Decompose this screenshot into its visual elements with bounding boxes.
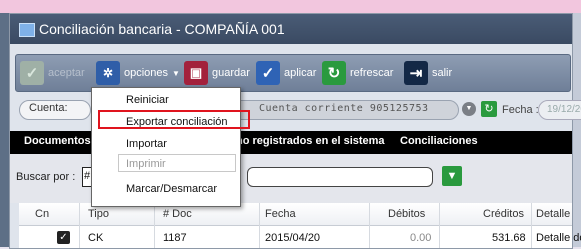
highlight-box xyxy=(98,110,250,129)
fecha-label: Fecha : xyxy=(502,104,539,116)
exit-icon: ⇥ xyxy=(404,61,428,85)
tab-no-registrados[interactable]: no registrados en el sistema xyxy=(236,135,385,147)
aplicar-button[interactable]: ✓ aplicar xyxy=(256,59,316,87)
search-input[interactable] xyxy=(247,167,433,187)
opciones-button[interactable]: ✲ opciones ▼ xyxy=(96,59,180,87)
col-fecha[interactable]: Fecha xyxy=(265,208,296,220)
col-cn[interactable]: Cn xyxy=(35,208,49,220)
chevron-down-icon: ▼ xyxy=(172,68,180,78)
documents-table: Cn Tipo # Doc Fecha Débitos Créditos Det… xyxy=(19,203,581,248)
row-checkbox[interactable]: ✓ xyxy=(57,231,70,244)
cell-fecha: 2015/04/20 xyxy=(265,232,321,244)
column-divider xyxy=(259,203,260,248)
column-divider xyxy=(439,203,440,248)
opciones-context-menu: Reiniciar Exportar conciliación Importar… xyxy=(91,87,241,207)
buscar-select-value: # xyxy=(84,170,91,182)
cell-creditos: 531.68 xyxy=(492,232,526,244)
refresh-icon: ↻ xyxy=(322,61,346,85)
cell-detalle: Detalle do xyxy=(536,232,581,244)
menu-item-importar[interactable]: Importar xyxy=(126,138,167,150)
buscar-label: Buscar por : xyxy=(16,171,76,183)
menu-gutter xyxy=(92,88,118,206)
col-debitos[interactable]: Débitos xyxy=(388,208,425,220)
menu-item-reiniciar[interactable]: Reiniciar xyxy=(126,94,169,106)
fecha-field[interactable]: 19/12/20 xyxy=(538,100,581,120)
col-tipo[interactable]: Tipo xyxy=(88,208,109,220)
account-select-value: Cuenta corriente 905125753 xyxy=(259,103,429,114)
top-strip xyxy=(0,0,581,13)
window-icon xyxy=(19,23,35,37)
menu-item-marcar[interactable]: Marcar/Desmarcar xyxy=(126,183,217,195)
col-creditos[interactable]: Créditos xyxy=(483,208,524,220)
col-doc[interactable]: # Doc xyxy=(163,208,192,220)
column-divider xyxy=(79,203,80,248)
aceptar-label: aceptar xyxy=(48,67,85,79)
column-divider xyxy=(531,203,532,248)
account-refresh-icon[interactable]: ↻ xyxy=(481,101,497,117)
cell-doc: 1187 xyxy=(163,232,187,244)
salir-label: salir xyxy=(432,67,453,79)
cell-debitos: 0.00 xyxy=(410,232,432,244)
dropdown-arrow-icon[interactable]: ▼ xyxy=(462,102,476,116)
cuenta-label: Cuenta: xyxy=(29,102,68,114)
column-divider xyxy=(154,203,155,248)
tab-conciliaciones[interactable]: Conciliaciones xyxy=(400,135,478,147)
filter-icon[interactable]: ▼ xyxy=(442,166,462,186)
aplicar-label: aplicar xyxy=(284,67,317,79)
col-detalle[interactable]: Detalle xyxy=(536,208,570,220)
refrescar-label: refrescar xyxy=(350,67,394,79)
aceptar-button[interactable]: ✓ aceptar xyxy=(20,59,85,87)
guardar-label: guardar xyxy=(212,67,250,79)
guardar-button[interactable]: ▣ guardar xyxy=(184,59,250,87)
opciones-label: opciones xyxy=(124,67,169,79)
salir-button[interactable]: ⇥ salir xyxy=(404,59,452,87)
check-icon: ✓ xyxy=(20,61,44,85)
menu-item-imprimir[interactable]: Imprimir xyxy=(126,158,166,170)
gear-icon: ✲ xyxy=(96,61,120,85)
window-title: Conciliación bancaria - COMPAÑÍA 001 xyxy=(39,21,285,37)
cell-tipo: CK xyxy=(88,232,104,244)
tab-documentos[interactable]: Documentos xyxy=(24,135,91,147)
save-icon: ▣ xyxy=(184,61,208,85)
refrescar-button[interactable]: ↻ refrescar xyxy=(322,59,393,87)
column-divider xyxy=(369,203,370,248)
title-bar[interactable]: Conciliación bancaria - COMPAÑÍA 001 xyxy=(10,14,572,44)
apply-check-icon: ✓ xyxy=(256,61,280,85)
